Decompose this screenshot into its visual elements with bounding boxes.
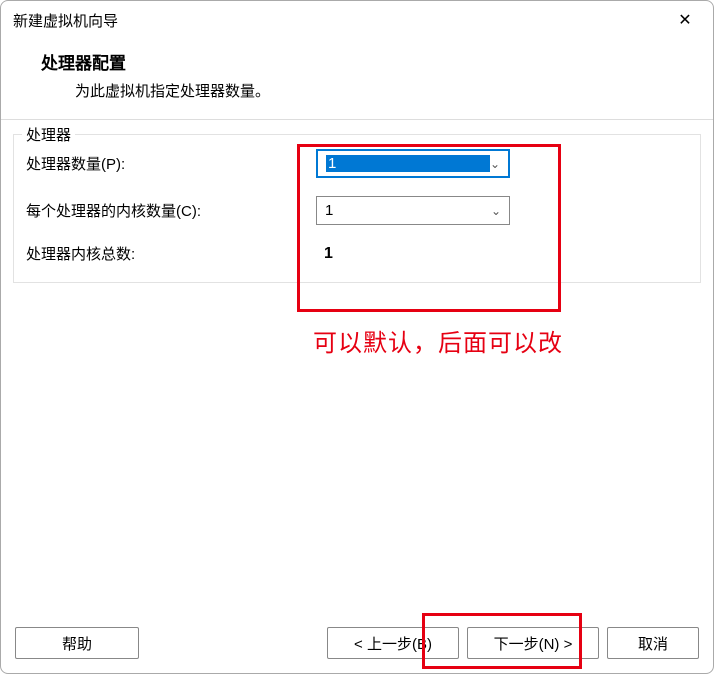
help-button[interactable]: 帮助 — [15, 627, 139, 659]
cores-per-processor-value: 1 — [325, 202, 491, 219]
processor-count-label: 处理器数量(P): — [26, 153, 316, 174]
cancel-button[interactable]: 取消 — [607, 627, 699, 659]
wizard-footer: 帮助 < 上一步(B) 下一步(N) > 取消 — [1, 615, 713, 673]
wizard-window: 新建虚拟机向导 ✕ 处理器配置 为此虚拟机指定处理器数量。 处理器 处理器数量(… — [0, 0, 714, 674]
content-area: 处理器 处理器数量(P): 1 ⌄ 每个处理器的内核数量(C): 1 ⌄ 处理器… — [1, 120, 713, 615]
close-icon: ✕ — [678, 10, 691, 30]
total-cores-label: 处理器内核总数: — [26, 243, 316, 264]
groupbox-legend: 处理器 — [22, 124, 75, 145]
cores-per-processor-row: 每个处理器的内核数量(C): 1 ⌄ — [26, 196, 688, 225]
window-title: 新建虚拟机向导 — [13, 10, 118, 31]
header-title: 处理器配置 — [41, 49, 685, 74]
back-button[interactable]: < 上一步(B) — [327, 627, 459, 659]
cores-per-processor-dropdown[interactable]: 1 ⌄ — [316, 196, 510, 225]
close-button[interactable]: ✕ — [669, 4, 701, 36]
processor-groupbox: 处理器 处理器数量(P): 1 ⌄ 每个处理器的内核数量(C): 1 ⌄ 处理器… — [13, 134, 701, 283]
cores-per-processor-label: 每个处理器的内核数量(C): — [26, 200, 316, 221]
processor-count-row: 处理器数量(P): 1 ⌄ — [26, 149, 688, 178]
total-cores-value: 1 — [316, 245, 333, 263]
annotation-text: 可以默认，后面可以改 — [313, 323, 563, 358]
chevron-down-icon: ⌄ — [490, 157, 500, 171]
header-subtitle: 为此虚拟机指定处理器数量。 — [41, 80, 685, 101]
processor-count-value: 1 — [326, 155, 490, 172]
processor-count-dropdown[interactable]: 1 ⌄ — [316, 149, 510, 178]
wizard-header: 处理器配置 为此虚拟机指定处理器数量。 — [1, 39, 713, 119]
total-cores-row: 处理器内核总数: 1 — [26, 243, 688, 264]
titlebar: 新建虚拟机向导 ✕ — [1, 1, 713, 39]
chevron-down-icon: ⌄ — [491, 204, 501, 218]
next-button[interactable]: 下一步(N) > — [467, 627, 599, 659]
